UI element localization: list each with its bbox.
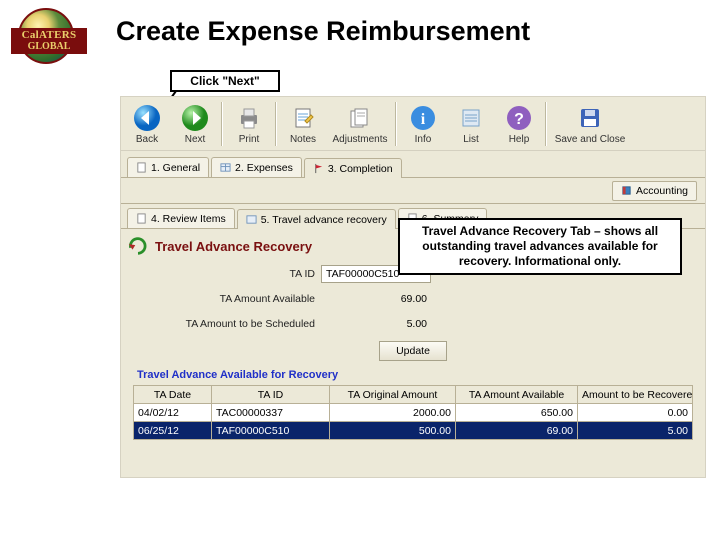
toolbar: Back Next Print [121, 97, 705, 151]
list-label: List [463, 135, 479, 145]
adjustments-icon [345, 103, 375, 133]
table-row[interactable]: 04/02/12 TAC00000337 2000.00 650.00 0.00 [134, 404, 693, 422]
list-icon [456, 103, 486, 133]
save-close-label: Save and Close [555, 135, 626, 145]
section-label: Travel Advance Available for Recovery [131, 367, 695, 385]
next-label: Next [185, 135, 206, 145]
next-icon [180, 103, 210, 133]
cell-avail: 69.00 [456, 422, 578, 440]
help-button[interactable]: ? Help [495, 99, 543, 149]
subtab-travel-advance-recovery[interactable]: 5. Travel advance recovery [237, 209, 396, 229]
book-icon [621, 185, 632, 196]
info-button[interactable]: i Info [399, 99, 447, 149]
back-label: Back [136, 135, 158, 145]
th-id[interactable]: TA ID [212, 386, 330, 404]
subtab-review-label: 4. Review Items [151, 213, 226, 225]
adjustments-button[interactable]: Adjustments [327, 99, 393, 149]
table-row[interactable]: 06/25/12 TAF00000C510 500.00 69.00 5.00 [134, 422, 693, 440]
ta-sched-label: TA Amount to be Scheduled [131, 318, 321, 330]
logo-text-1: CalATERS [11, 28, 87, 42]
th-avail[interactable]: TA Amount Available [456, 386, 578, 404]
cell-rec: 5.00 [578, 422, 693, 440]
print-icon [234, 103, 264, 133]
save-icon [575, 103, 605, 133]
cell-rec: 0.00 [578, 404, 693, 422]
cell-avail: 650.00 [456, 404, 578, 422]
toolbar-sep-2 [275, 102, 277, 146]
cell-id: TAF00000C510 [212, 422, 330, 440]
flag-icon [313, 163, 324, 174]
table-header-row: TA Date TA ID TA Original Amount TA Amou… [134, 386, 693, 404]
ta-avail-value: 69.00 [321, 293, 431, 305]
tab-expenses-label: 2. Expenses [235, 162, 293, 174]
toolbar-sep-1 [221, 102, 223, 146]
ta-avail-label: TA Amount Available [131, 293, 321, 305]
ta-id-label: TA ID [131, 268, 321, 280]
logo-text-2: GLOBAL [11, 41, 87, 54]
back-icon [132, 103, 162, 133]
cell-orig: 2000.00 [330, 404, 456, 422]
update-button[interactable]: Update [379, 341, 447, 361]
subtab-tar-label: 5. Travel advance recovery [261, 214, 387, 226]
th-rec[interactable]: Amount to be Recovered [578, 386, 693, 404]
print-label: Print [239, 135, 260, 145]
ta-sched-value: 5.00 [321, 318, 431, 330]
svg-text:?: ? [514, 111, 524, 128]
recovery-form: TA ID TA Amount Available 69.00 TA Amoun… [121, 261, 705, 446]
panel-title: Travel Advance Recovery [155, 239, 312, 254]
advances-table: TA Date TA ID TA Original Amount TA Amou… [133, 385, 693, 440]
print-button[interactable]: Print [225, 99, 273, 149]
doc-icon [136, 213, 147, 224]
notes-button[interactable]: Notes [279, 99, 327, 149]
notes-icon [288, 103, 318, 133]
grid-icon [220, 162, 231, 173]
toolbar-sep-4 [545, 102, 547, 146]
accounting-button[interactable]: Accounting [612, 181, 697, 201]
back-button[interactable]: Back [123, 99, 171, 149]
cell-date: 04/02/12 [134, 404, 212, 422]
svg-text:i: i [421, 111, 426, 128]
help-label: Help [509, 135, 530, 145]
save-close-button[interactable]: Save and Close [549, 99, 631, 149]
callout-tar-description: Travel Advance Recovery Tab – shows all … [398, 218, 682, 275]
cell-date: 06/25/12 [134, 422, 212, 440]
tab-completion-label: 3. Completion [328, 163, 393, 175]
subtab-review-items[interactable]: 4. Review Items [127, 208, 235, 228]
info-icon: i [408, 103, 438, 133]
help-icon: ? [504, 103, 534, 133]
tab-completion[interactable]: 3. Completion [304, 158, 402, 178]
cell-orig: 500.00 [330, 422, 456, 440]
next-button[interactable]: Next [171, 99, 219, 149]
notes-label: Notes [290, 135, 316, 145]
doc-icon [136, 162, 147, 173]
secondary-strip: Accounting [121, 178, 705, 204]
tab-general[interactable]: 1. General [127, 157, 209, 177]
tab-general-label: 1. General [151, 162, 200, 174]
recovery-icon [127, 235, 149, 257]
app-logo: CalATERS GLOBAL [10, 8, 88, 64]
list-button[interactable]: List [447, 99, 495, 149]
accounting-label: Accounting [636, 185, 688, 197]
app-window: Back Next Print [120, 96, 706, 478]
callout-click-next: Click "Next" [170, 70, 280, 92]
grid-icon [246, 214, 257, 225]
main-tab-row: 1. General 2. Expenses 3. Completion [121, 151, 705, 178]
tab-expenses[interactable]: 2. Expenses [211, 157, 302, 177]
th-date[interactable]: TA Date [134, 386, 212, 404]
cell-id: TAC00000337 [212, 404, 330, 422]
adjustments-label: Adjustments [332, 135, 387, 145]
page-title: Create Expense Reimbursement [116, 18, 530, 45]
th-orig[interactable]: TA Original Amount [330, 386, 456, 404]
toolbar-sep-3 [395, 102, 397, 146]
info-label: Info [415, 135, 432, 145]
